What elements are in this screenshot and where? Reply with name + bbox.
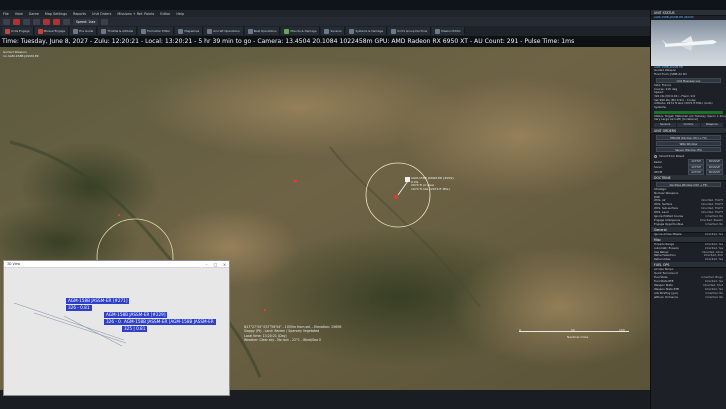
- gear-icon: [349, 28, 355, 34]
- aircraft-icon: [207, 28, 213, 34]
- guide-icon: [73, 28, 79, 34]
- missile-trails: [13, 302, 127, 347]
- stop-icon[interactable]: [13, 18, 20, 25]
- unit-fired-from: Fired From: JSMB-X2 #1: [654, 73, 687, 77]
- step-icon[interactable]: [33, 18, 40, 25]
- formation-icon: [141, 28, 147, 34]
- crosshair-icon: [5, 28, 10, 34]
- window-title-bar: [0, 0, 726, 10]
- missile-tag-229[interactable]: AGM-158B JASSM-ER [#229]: [104, 312, 168, 318]
- missile-tag-group-info: 325 | 0.81: [122, 326, 148, 332]
- mount-icon: [284, 28, 290, 34]
- missile-tag-group[interactable]: AGM-158B JASSM-ER [AGM-158B JASSM-ER: [122, 319, 216, 325]
- menu-editor[interactable]: Editor: [157, 12, 173, 16]
- unit-map-label[interactable]: AGM-158B JASSM-ER (#229) 0 kts 2974 ft (…: [411, 176, 454, 191]
- menu-file[interactable]: File: [0, 12, 12, 16]
- tool-manual-engage[interactable]: Manual Engage: [34, 27, 70, 35]
- gear-icon[interactable]: [101, 18, 109, 25]
- wra-window-button[interactable]: WRA Window: [656, 141, 721, 147]
- tab-comms[interactable]: Comms: [677, 123, 700, 128]
- unit-status-panel: UNIT STATUS AGM-158B JASSM-ER (#229) AGM…: [650, 10, 726, 409]
- minimize-icon[interactable]: –: [202, 262, 211, 267]
- tool-units-engage[interactable]: Units Engage: [2, 27, 34, 35]
- tab-sensors[interactable]: Sensors: [654, 123, 677, 128]
- menu-unit-orders[interactable]: Unit Orders: [89, 12, 114, 16]
- view-3d-canvas[interactable]: AGM-158B JASSM-ER [#271] 326 - 0.81 AGM-…: [4, 268, 229, 395]
- missile-icon: [661, 35, 717, 51]
- menu-view[interactable]: View: [12, 12, 26, 16]
- tool-group-doctrine[interactable]: Unit's Group Doctrine: [388, 27, 432, 35]
- camera-icon[interactable]: [63, 18, 70, 25]
- command-toolbar: Units Engage Manual Engage Fire Guide Th…: [0, 26, 650, 36]
- fast-forward-icon[interactable]: [53, 18, 60, 25]
- tool-fire-guide[interactable]: Fire Guide: [70, 27, 98, 35]
- menu-game[interactable]: Game: [26, 12, 42, 16]
- sim-status-line: Time: Tuesday, June 8, 2027 - Zulu: 12:2…: [0, 36, 650, 47]
- view-3d-titlebar[interactable]: 3D View – □ ×: [4, 261, 229, 268]
- close-icon[interactable]: ×: [220, 262, 229, 267]
- tool-sensors[interactable]: Sensors: [321, 27, 346, 35]
- maximize-icon[interactable]: □: [211, 262, 220, 267]
- play-icon[interactable]: [23, 18, 30, 25]
- tab-weapons[interactable]: Weapons: [700, 123, 723, 128]
- view-3d-window[interactable]: 3D View – □ × AGM-158B JASSM-ER [#271] 3…: [3, 260, 230, 396]
- magazine-icon: [178, 28, 184, 34]
- map-scale-bar: 0 50 100 Nautical miles: [519, 325, 629, 341]
- missile-tag-271[interactable]: AGM-158B JASSM-ER [#271]: [66, 298, 130, 304]
- doctrine-row[interactable]: Jettison Ordnance Inherited, No: [651, 295, 726, 300]
- record-icon[interactable]: [43, 18, 50, 25]
- radar-icon: [324, 28, 330, 34]
- unit-orders-header: UNIT ORDERS: [651, 128, 726, 135]
- tool-formation[interactable]: Formation Editor: [138, 27, 175, 35]
- unit-image: [651, 19, 726, 66]
- target-icon: [37, 28, 43, 34]
- systems-health-bar: [654, 110, 723, 114]
- doctrine-header: DOCTRINE: [651, 175, 726, 182]
- doctrine-icon: [391, 28, 397, 34]
- speed-selector[interactable]: Speed: 1sec: [73, 18, 99, 25]
- tool-mounts[interactable]: Mounts & Damage: [281, 27, 321, 35]
- sim-control-bar: Speed: 1sec: [0, 17, 650, 26]
- doctrine-window-button[interactable]: Doctrine Window (Ctrl + F9): [656, 182, 721, 188]
- tool-throttle[interactable]: Throttle & Altitude: [98, 27, 138, 35]
- radio-icon: [654, 154, 657, 158]
- message-log-button[interactable]: Unit Message Log: [656, 77, 721, 83]
- app-window: File View Game Map Settings Reports Unit…: [0, 0, 726, 409]
- mission-icon: [435, 28, 441, 34]
- menu-help[interactable]: Help: [173, 12, 187, 16]
- settings-icon[interactable]: [3, 18, 10, 25]
- throttle-icon: [101, 28, 107, 34]
- menu-reports[interactable]: Reports: [70, 12, 89, 16]
- missile-tag-271-info: 326 - 0.81: [66, 305, 92, 311]
- tool-mission-editor[interactable]: Mission Editor: [432, 27, 465, 35]
- sensor-window-button[interactable]: Sensor Window (F9): [656, 147, 721, 153]
- map-selection-caption: Guided Weapon 1x AGM-158B JASSM-ER: [3, 50, 39, 58]
- cursor-info-readout: N17°27'34" E37°56'54" - 1055m from sel. …: [244, 325, 342, 343]
- emcon-window-button[interactable]: EMCON Window (Ctrl + F9): [656, 135, 721, 141]
- menu-map-settings[interactable]: Map Settings: [42, 12, 70, 16]
- menu-bar: File View Game Map Settings Reports Unit…: [0, 10, 650, 17]
- tool-magazines[interactable]: Magazines: [175, 27, 204, 35]
- menu-missions[interactable]: Missions + Ref. Points: [114, 12, 157, 16]
- tool-aircraft-ops[interactable]: Aircraft Operations: [204, 27, 244, 35]
- tool-systems[interactable]: Systems & Damage: [346, 27, 388, 35]
- boat-icon: [247, 28, 253, 34]
- unit-systems: Systems: [654, 106, 666, 110]
- tool-boat-ops[interactable]: Boat Operations: [244, 27, 281, 35]
